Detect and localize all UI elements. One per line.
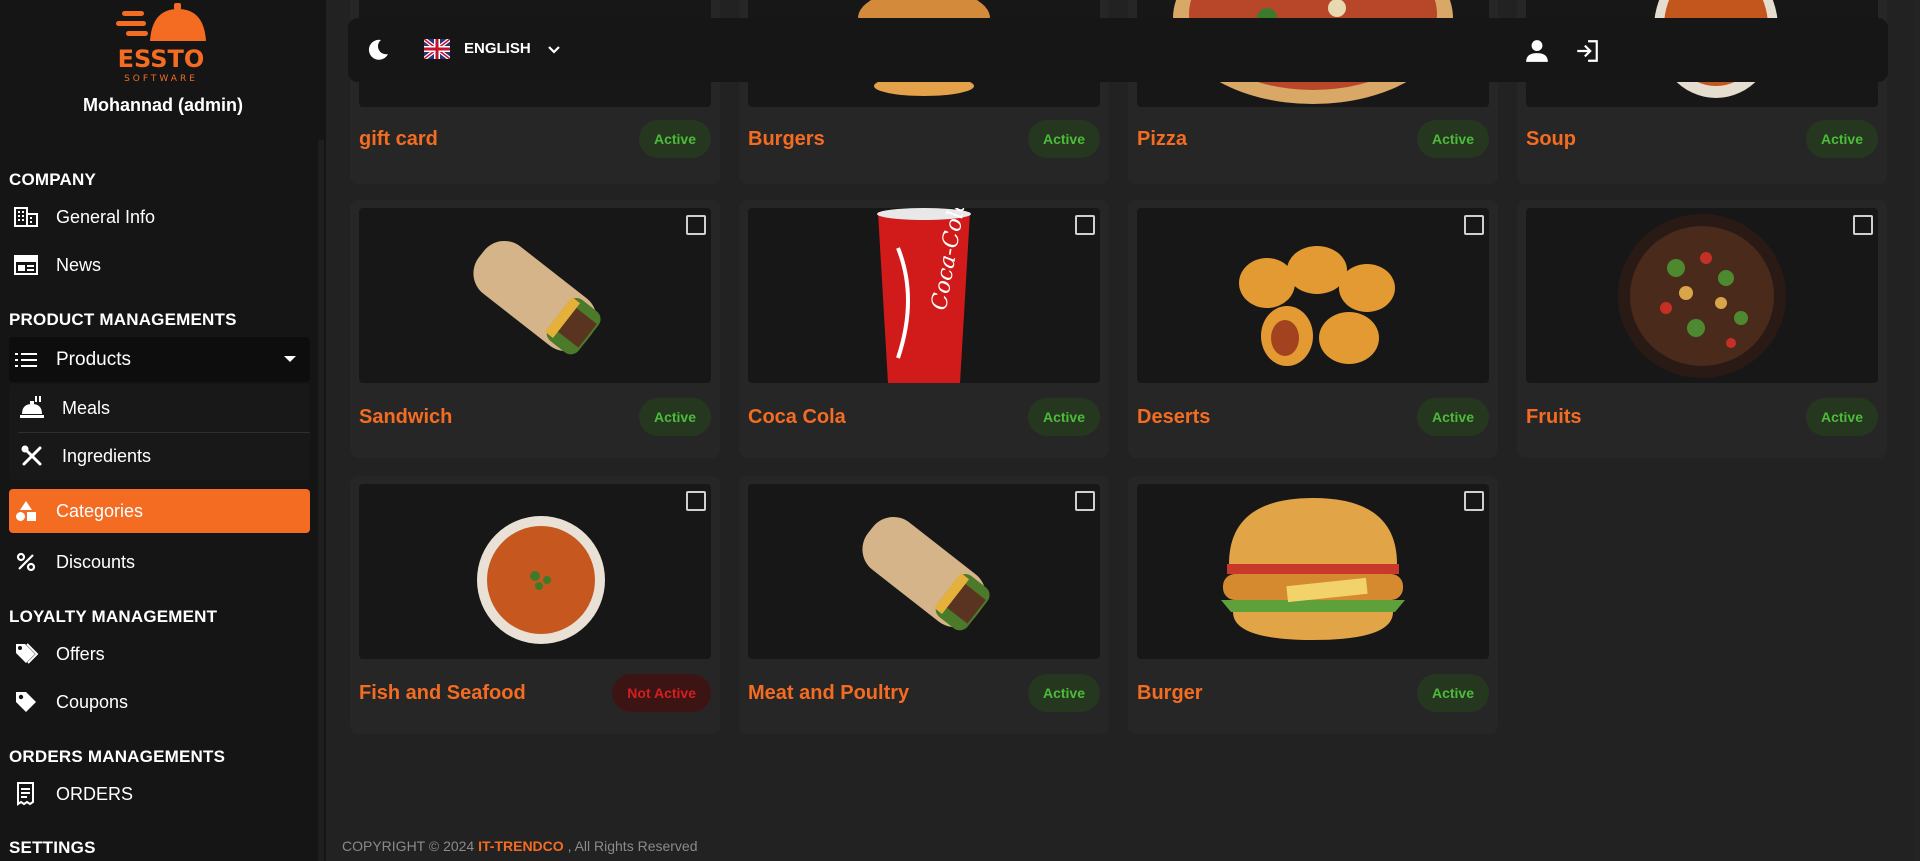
sidebar-item-label: Offers [56,643,105,664]
sidebar-item-offers[interactable]: Offers [9,632,310,676]
status-badge: Active [1027,120,1100,158]
footer-rights: , All Rights Reserved [567,838,698,854]
footer-brand-link[interactable]: IT-TRENDCO [478,838,564,854]
footer: COPYRIGHT © 2024 IT-TRENDCO , All Rights… [342,838,698,854]
sidebar-item-discounts[interactable]: Discounts [9,540,310,584]
tag-icon [13,689,39,715]
status-badge: Active [638,120,711,158]
chevron-down-icon [284,356,296,362]
uk-flag-icon[interactable] [424,39,450,59]
sidebar-item-coupons[interactable]: Coupons [9,680,310,724]
select-checkbox[interactable] [1075,215,1095,235]
chevron-down-icon[interactable] [544,40,564,60]
sidebar-item-categories[interactable]: Categories [9,489,310,533]
user-name: Mohannad (admin) [83,95,243,115]
select-checkbox[interactable] [686,215,706,235]
status-badge: Active [1027,398,1100,436]
sidebar-item-label: Meals [62,397,111,418]
section-settings: SETTINGS [9,838,96,857]
category-image: Coca-Cola [748,208,1100,383]
sidebar-item-ingredients[interactable]: Ingredients [9,432,310,480]
top-bar: ENGLISH [348,18,1888,82]
logout-icon[interactable] [1574,38,1600,64]
shapes-icon [13,498,39,524]
category-name: Deserts [1137,406,1211,428]
category-name: Fruits [1526,406,1582,428]
percent-icon [13,549,39,575]
sidebar-item-label: Products [56,348,131,370]
status-badge: Active [1805,120,1878,158]
sidebar-item-label: News [56,254,102,275]
select-checkbox[interactable] [1075,491,1095,511]
category-image [359,484,711,659]
sidebar-item-orders[interactable]: ORDERS [9,772,310,816]
list-icon [13,347,39,373]
section-loyalty: LOYALTY MANAGEMENT [9,607,218,626]
sidebar-item-label: General Info [56,206,156,227]
category-name: Burgers [748,128,825,150]
status-badge: Active [1027,674,1100,712]
category-card[interactable]: Deserts Active [1128,200,1498,458]
category-image [359,208,711,383]
sidebar-item-label: Discounts [56,551,136,572]
category-name: Meat and Poultry [748,682,910,704]
status-badge: Active [1416,120,1489,158]
category-card[interactable]: Meat and Poultry Active [739,476,1109,734]
sidebar-item-meals[interactable]: Meals [9,384,310,432]
category-image [1526,208,1878,383]
footer-copyright: COPYRIGHT © 2024 [342,838,475,854]
category-card[interactable]: Fish and Seafood Not Active [350,476,720,734]
category-name: Pizza [1137,128,1188,150]
category-name: Coca Cola [748,406,846,428]
status-badge: Active [1805,398,1878,436]
section-orders: ORDERS MANAGEMENTS [9,747,226,766]
logo-sub: SOFTWARE [124,74,198,84]
status-badge: Not Active [612,674,711,712]
category-name: Sandwich [359,406,453,428]
status-badge: Active [1416,398,1489,436]
essto-logo: ESSTO SOFTWARE [116,3,206,84]
utensils-cross-icon [19,443,45,469]
select-checkbox[interactable] [1464,491,1484,511]
logo-text: ESSTO [118,45,205,73]
category-name: gift card [359,128,438,150]
category-name: Fish and Seafood [359,682,526,704]
moon-icon[interactable] [366,38,390,62]
sidebar-item-label: Coupons [56,691,129,712]
select-checkbox[interactable] [1464,215,1484,235]
sidebar-item-products[interactable]: Products [9,337,310,382]
page-scrollbar[interactable] [1914,0,1920,861]
sidebar-item-general-info[interactable]: General Info [9,195,310,239]
newspaper-icon [13,252,39,278]
status-badge: Active [1416,674,1489,712]
meal-icon [19,395,45,421]
category-card[interactable]: Sandwich Active [350,200,720,458]
sidebar-item-label: Categories [56,500,144,521]
category-image [1137,484,1489,659]
sidebar-item-news[interactable]: News [9,243,310,287]
language-selector[interactable]: ENGLISH [464,40,531,57]
tags-icon [13,641,39,667]
sidebar: ESSTO SOFTWARE Mohannad (admin) COMPANY … [0,0,326,861]
building-icon [13,204,39,230]
receipt-icon [13,781,39,807]
sidebar-scrollbar[interactable] [318,140,324,861]
user-icon[interactable] [1524,38,1550,64]
category-card[interactable]: Burger Active [1128,476,1498,734]
status-badge: Active [638,398,711,436]
category-image [748,484,1100,659]
sidebar-item-label: Ingredients [62,445,152,466]
category-card[interactable]: Fruits Active [1517,200,1887,458]
products-submenu: Meals Ingredients [9,384,310,480]
select-checkbox[interactable] [1853,215,1873,235]
category-card[interactable]: Coca-Cola Coca Cola Active [739,200,1109,458]
section-product: PRODUCT MANAGEMENTS [9,310,237,329]
select-checkbox[interactable] [686,491,706,511]
category-name: Burger [1137,682,1203,704]
section-company: COMPANY [9,170,97,189]
category-name: Soup [1526,128,1576,150]
category-image [1137,208,1489,383]
sidebar-item-label: ORDERS [56,783,134,804]
